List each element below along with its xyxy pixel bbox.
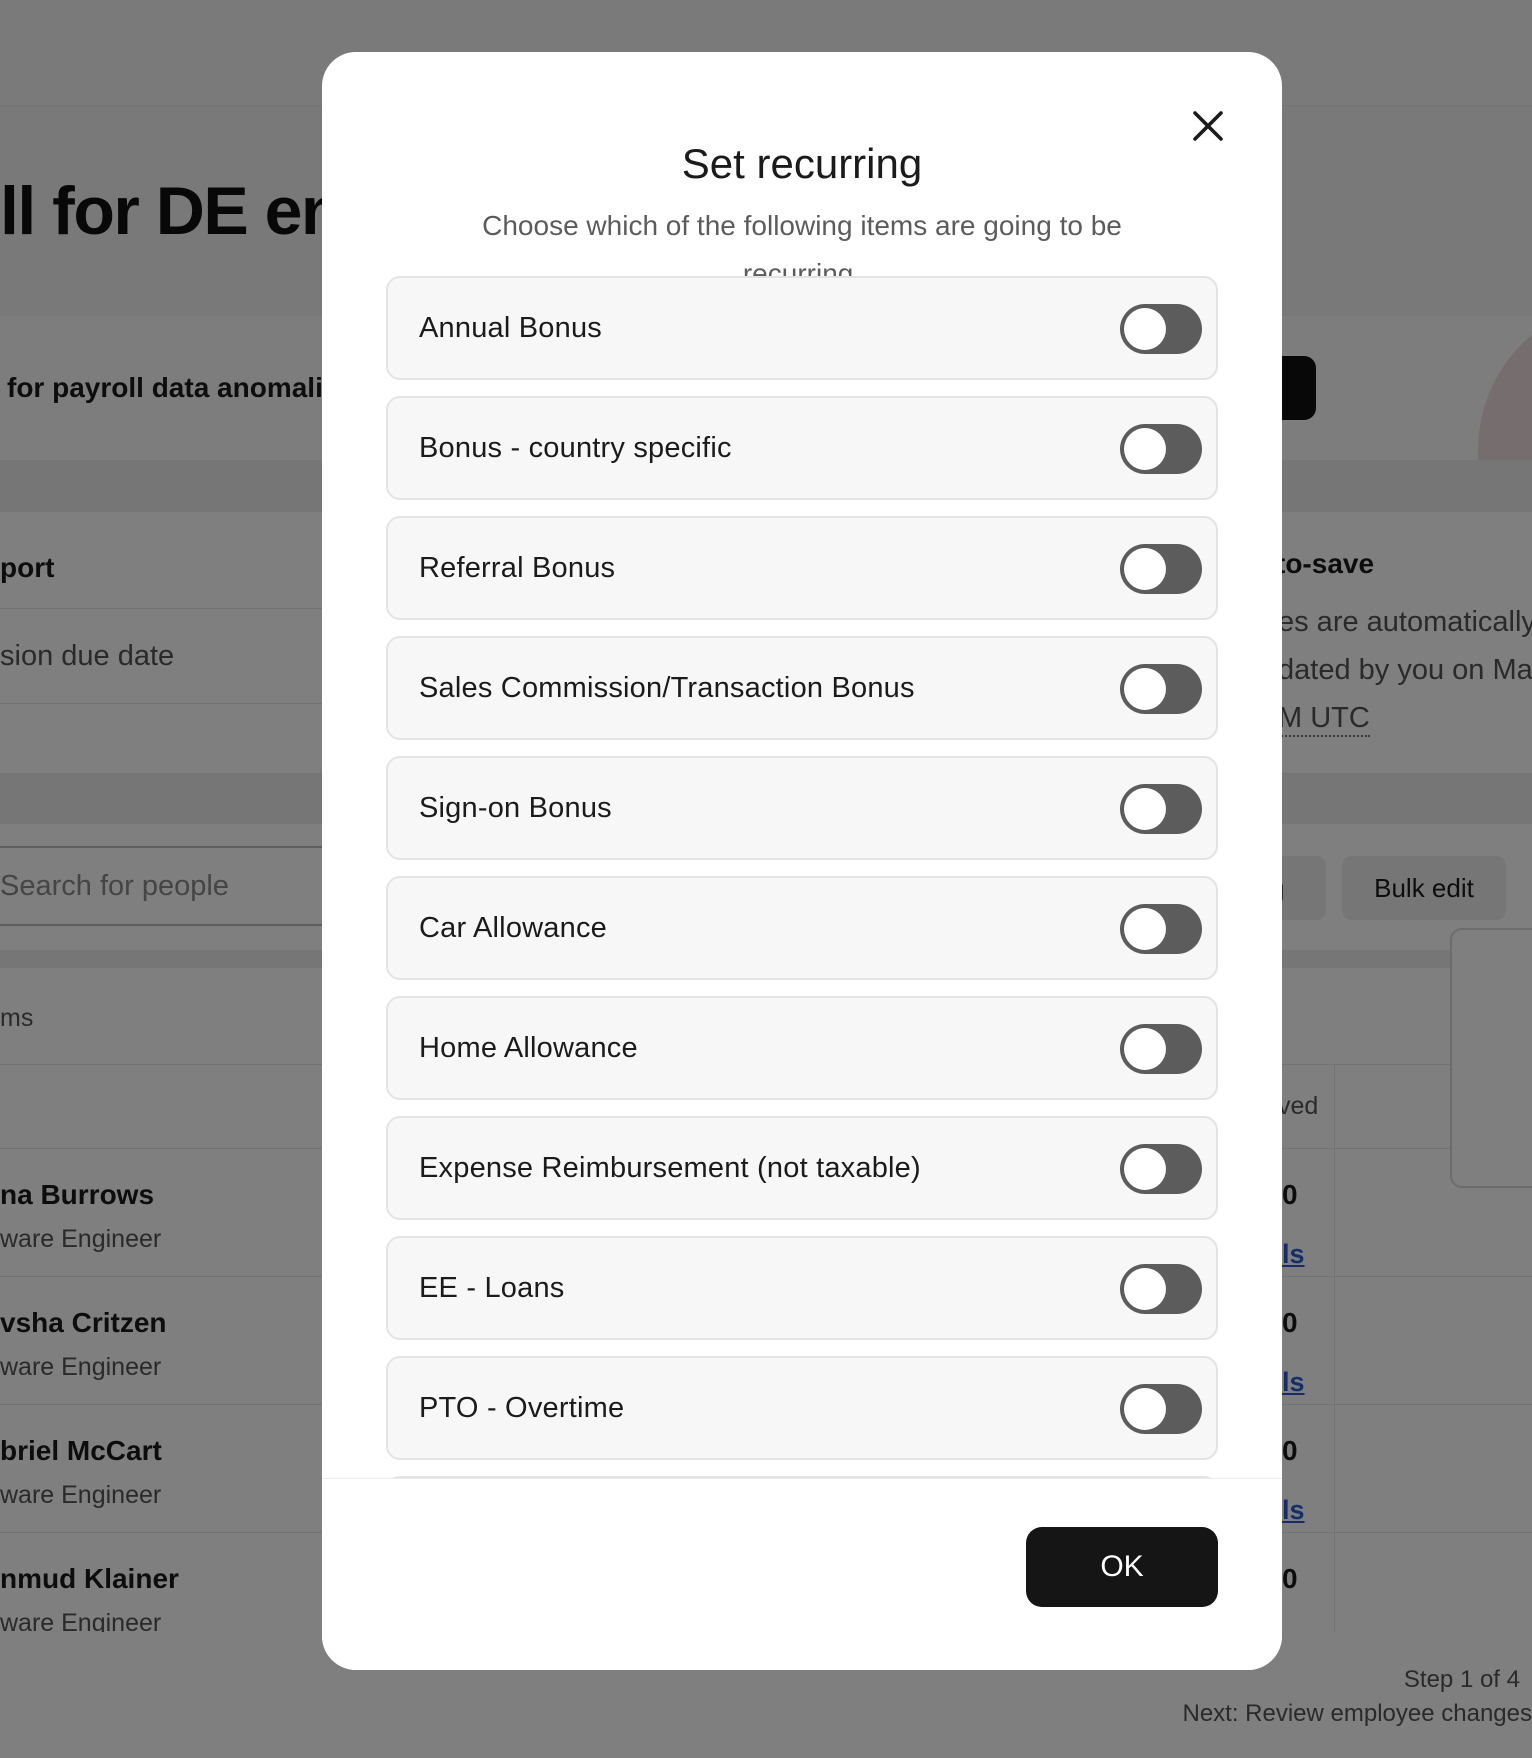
recurring-toggle[interactable] xyxy=(1120,664,1202,714)
recurring-toggle[interactable] xyxy=(1120,1144,1202,1194)
item-label: PTO - Overtime xyxy=(419,1392,625,1424)
item-label: Car Allowance xyxy=(419,912,607,944)
toggle-knob xyxy=(1124,1388,1166,1430)
toggle-knob xyxy=(1124,548,1166,590)
recurring-item: Bonus - country specific xyxy=(386,396,1218,500)
recurring-item: Sign-on Bonus xyxy=(386,756,1218,860)
recurring-item: Car Allowance xyxy=(386,876,1218,980)
toggle-knob xyxy=(1124,668,1166,710)
recurring-item: Home Allowance xyxy=(386,996,1218,1100)
item-label: Sign-on Bonus xyxy=(419,792,612,824)
close-icon xyxy=(1193,111,1223,141)
toggle-knob xyxy=(1124,1268,1166,1310)
recurring-toggle[interactable] xyxy=(1120,424,1202,474)
ok-button[interactable]: OK xyxy=(1026,1527,1218,1607)
recurring-items-list[interactable]: Annual Bonus Bonus - country specific Re… xyxy=(386,276,1218,1478)
item-label: Home Allowance xyxy=(419,1032,638,1064)
toggle-knob xyxy=(1124,1028,1166,1070)
recurring-item: Sales Commission/Transaction Bonus xyxy=(386,636,1218,740)
item-label: EE - Loans xyxy=(419,1272,565,1304)
toggle-knob xyxy=(1124,788,1166,830)
recurring-toggle[interactable] xyxy=(1120,904,1202,954)
set-recurring-modal: Set recurring Choose which of the follow… xyxy=(322,52,1282,1670)
recurring-item: PTO - Overtime xyxy=(386,1356,1218,1460)
recurring-item: Referral Bonus xyxy=(386,516,1218,620)
recurring-toggle[interactable] xyxy=(1120,1264,1202,1314)
toggle-knob xyxy=(1124,908,1166,950)
recurring-item: Annual Bonus xyxy=(386,276,1218,380)
recurring-toggle[interactable] xyxy=(1120,1384,1202,1434)
toggle-knob xyxy=(1124,1148,1166,1190)
recurring-toggle[interactable] xyxy=(1120,544,1202,594)
close-button[interactable] xyxy=(1178,96,1238,156)
item-label: Expense Reimbursement (not taxable) xyxy=(419,1152,921,1184)
item-label: Bonus - country specific xyxy=(419,432,732,464)
item-label: Annual Bonus xyxy=(419,312,602,344)
recurring-toggle[interactable] xyxy=(1120,304,1202,354)
recurring-item: EE - Loans xyxy=(386,1236,1218,1340)
recurring-item: Expense Reimbursement (not taxable) xyxy=(386,1116,1218,1220)
modal-footer: OK xyxy=(322,1478,1282,1670)
recurring-toggle[interactable] xyxy=(1120,1024,1202,1074)
modal-title: Set recurring xyxy=(681,140,923,187)
toggle-knob xyxy=(1124,308,1166,350)
toggle-knob xyxy=(1124,428,1166,470)
item-label: Sales Commission/Transaction Bonus xyxy=(419,672,915,704)
item-label: Referral Bonus xyxy=(419,552,616,584)
recurring-toggle[interactable] xyxy=(1120,784,1202,834)
